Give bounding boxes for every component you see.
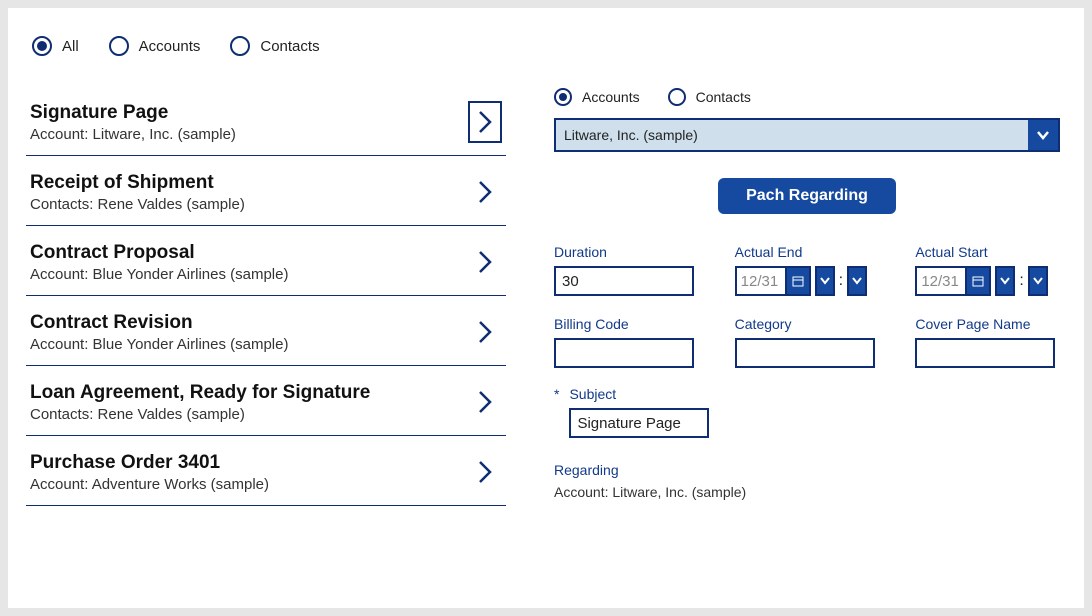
- top-filter-radio-group: All Accounts Contacts: [8, 8, 1084, 76]
- regarding-block: Regarding Account: Litware, Inc. (sample…: [554, 462, 1060, 500]
- field-label: Actual End: [735, 244, 880, 260]
- field-label: Category: [735, 316, 880, 332]
- list-item[interactable]: Receipt of Shipment Contacts: Rene Valde…: [26, 156, 506, 226]
- cover-page-name-input[interactable]: [915, 338, 1055, 368]
- billing-code-input[interactable]: [554, 338, 694, 368]
- list-item-text: Signature Page Account: Litware, Inc. (s…: [30, 102, 236, 143]
- field-category: Category: [735, 316, 880, 368]
- chevron-right-icon[interactable]: [468, 311, 502, 353]
- list-item-title: Contract Proposal: [30, 242, 288, 264]
- regarding-label: Regarding: [554, 462, 1060, 478]
- field-cover-page-name: Cover Page Name: [915, 316, 1060, 368]
- radio-label: Contacts: [260, 38, 319, 55]
- list-item-title: Signature Page: [30, 102, 236, 124]
- calendar-icon[interactable]: [967, 266, 991, 296]
- radio-contacts[interactable]: Contacts: [668, 88, 751, 106]
- date-picker: 12/31 :: [735, 266, 880, 296]
- radio-icon: [32, 36, 52, 56]
- list-item-subtitle: Account: Blue Yonder Airlines (sample): [30, 266, 288, 283]
- list-item[interactable]: Contract Revision Account: Blue Yonder A…: [26, 296, 506, 366]
- field-billing-code: Billing Code: [554, 316, 699, 368]
- field-actual-start: Actual Start 12/31 :: [915, 244, 1060, 296]
- entity-dropdown[interactable]: Litware, Inc. (sample): [554, 118, 1060, 152]
- radio-icon: [230, 36, 250, 56]
- calendar-icon[interactable]: [787, 266, 811, 296]
- list-item-text: Contract Revision Account: Blue Yonder A…: [30, 312, 288, 353]
- chevron-down-icon[interactable]: [847, 266, 867, 296]
- time-separator: :: [1019, 272, 1023, 290]
- radio-icon: [668, 88, 686, 106]
- radio-icon: [554, 88, 572, 106]
- field-label: Actual Start: [915, 244, 1060, 260]
- main-split: Signature Page Account: Litware, Inc. (s…: [8, 76, 1084, 608]
- list-item-text: Loan Agreement, Ready for Signature Cont…: [30, 382, 370, 423]
- list-item-subtitle: Contacts: Rene Valdes (sample): [30, 406, 370, 423]
- date-input[interactable]: 12/31: [735, 266, 787, 296]
- duration-input[interactable]: [554, 266, 694, 296]
- chevron-down-icon[interactable]: [1028, 120, 1058, 150]
- list-item-subtitle: Contacts: Rene Valdes (sample): [30, 196, 245, 213]
- radio-contacts[interactable]: Contacts: [230, 36, 319, 56]
- radio-accounts[interactable]: Accounts: [554, 88, 640, 106]
- date-picker: 12/31 :: [915, 266, 1060, 296]
- pach-regarding-button[interactable]: Pach Regarding: [718, 178, 896, 214]
- field-label: Cover Page Name: [915, 316, 1060, 332]
- time-separator: :: [839, 272, 843, 290]
- list-item-subtitle: Account: Adventure Works (sample): [30, 476, 269, 493]
- field-label: Subject: [569, 386, 709, 402]
- list-item-text: Contract Proposal Account: Blue Yonder A…: [30, 242, 288, 283]
- radio-label: Accounts: [139, 38, 201, 55]
- radio-label: Accounts: [582, 89, 640, 105]
- chevron-right-icon[interactable]: [468, 101, 502, 143]
- chevron-down-icon[interactable]: [995, 266, 1015, 296]
- radio-label: Contacts: [696, 89, 751, 105]
- date-input[interactable]: 12/31: [915, 266, 967, 296]
- dropdown-value: Litware, Inc. (sample): [556, 120, 1028, 150]
- chevron-down-icon[interactable]: [1028, 266, 1048, 296]
- chevron-right-icon[interactable]: [468, 381, 502, 423]
- detail-panel: Accounts Contacts Litware, Inc. (sample)…: [554, 86, 1060, 598]
- radio-label: All: [62, 38, 79, 55]
- list-item-title: Contract Revision: [30, 312, 288, 334]
- subject-input[interactable]: [569, 408, 709, 438]
- list-item-title: Purchase Order 3401: [30, 452, 269, 474]
- list-item-title: Loan Agreement, Ready for Signature: [30, 382, 370, 404]
- list-item-title: Receipt of Shipment: [30, 172, 245, 194]
- category-input[interactable]: [735, 338, 875, 368]
- chevron-right-icon[interactable]: [468, 171, 502, 213]
- list-item-subtitle: Account: Blue Yonder Airlines (sample): [30, 336, 288, 353]
- field-label: Duration: [554, 244, 699, 260]
- field-subject-row: * Subject: [554, 386, 1060, 438]
- list-item-text: Receipt of Shipment Contacts: Rene Valde…: [30, 172, 245, 213]
- list-item-subtitle: Account: Litware, Inc. (sample): [30, 126, 236, 143]
- list-item[interactable]: Loan Agreement, Ready for Signature Cont…: [26, 366, 506, 436]
- field-actual-end: Actual End 12/31 :: [735, 244, 880, 296]
- required-asterisk-icon: *: [554, 386, 559, 402]
- list-item[interactable]: Contract Proposal Account: Blue Yonder A…: [26, 226, 506, 296]
- list-item[interactable]: Purchase Order 3401 Account: Adventure W…: [26, 436, 506, 506]
- radio-all[interactable]: All: [32, 36, 79, 56]
- list-item-text: Purchase Order 3401 Account: Adventure W…: [30, 452, 269, 493]
- chevron-down-icon[interactable]: [815, 266, 835, 296]
- radio-accounts[interactable]: Accounts: [109, 36, 201, 56]
- app-window: All Accounts Contacts Signature Page Acc…: [8, 8, 1084, 608]
- field-grid: Duration Actual End 12/31 :: [554, 244, 1060, 368]
- field-duration: Duration: [554, 244, 699, 296]
- chevron-right-icon[interactable]: [468, 451, 502, 493]
- entity-type-radio-group: Accounts Contacts: [554, 88, 1060, 118]
- radio-icon: [109, 36, 129, 56]
- record-list: Signature Page Account: Litware, Inc. (s…: [26, 86, 506, 598]
- field-label: Billing Code: [554, 316, 699, 332]
- field-subject: Subject: [569, 386, 709, 438]
- list-item[interactable]: Signature Page Account: Litware, Inc. (s…: [26, 86, 506, 156]
- chevron-right-icon[interactable]: [468, 241, 502, 283]
- regarding-value: Account: Litware, Inc. (sample): [554, 484, 1060, 500]
